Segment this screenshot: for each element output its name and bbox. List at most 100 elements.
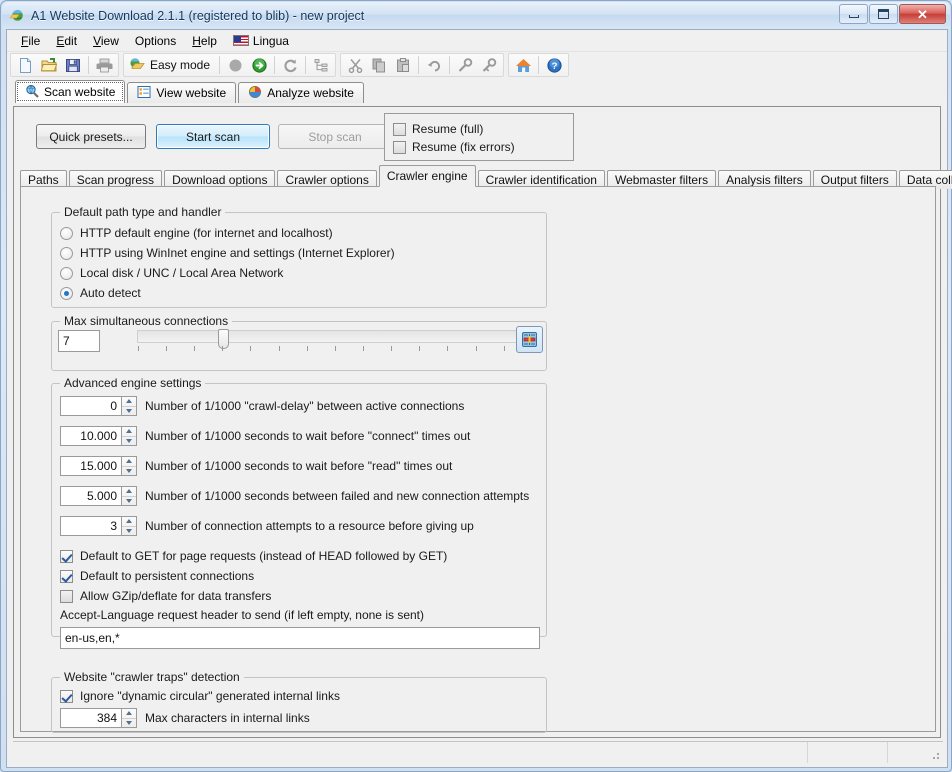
window-title: A1 Website Download 2.1.1 (registered to… [31,9,364,23]
max-chars-stepper[interactable] [122,708,137,728]
subtab-crawler-engine[interactable]: Crawler engine [379,165,476,187]
resume-full-checkbox[interactable] [393,123,406,136]
tab-analyze-website[interactable]: Analyze website [238,82,364,103]
ignore-circular-label: Ignore "dynamic circular" generated inte… [80,689,340,703]
retry-count-stepper[interactable] [122,516,137,536]
default-get-row[interactable]: Default to GET for page requests (instea… [60,546,447,566]
radio-local-disk-row[interactable]: Local disk / UNC / Local Area Network [60,263,283,283]
start-scan-button[interactable]: Start scan [156,124,270,149]
radio-http-default-row[interactable]: HTTP default engine (for internet and lo… [60,223,333,243]
quick-presets-button[interactable]: Quick presets... [36,124,146,149]
minimize-button[interactable] [839,4,868,24]
connect-timeout-stepper[interactable] [122,426,137,446]
find-next-button[interactable] [477,54,501,76]
resume-full-row[interactable]: Resume (full) [393,120,573,138]
max-connections-input[interactable]: 7 [58,330,100,352]
menu-help[interactable]: Help [184,31,225,51]
gzip-checkbox[interactable] [60,590,73,603]
default-get-checkbox[interactable] [60,550,73,563]
toolbar-separator [418,56,419,74]
list-view-icon [137,85,151,102]
cut-button[interactable] [343,54,367,76]
menu-view[interactable]: View [85,31,127,51]
toolbar-separator [449,56,450,74]
ignore-circular-checkbox[interactable] [60,690,73,703]
resume-fix-errors-checkbox[interactable] [393,141,406,154]
max-chars-up[interactable] [122,709,136,719]
connect-timeout-up[interactable] [122,427,136,437]
menu-lingua[interactable]: Lingua [225,32,297,50]
paste-button[interactable] [391,54,415,76]
max-connections-slider[interactable] [137,330,533,343]
open-project-button[interactable] [37,54,61,76]
radio-auto-detect[interactable] [60,287,73,300]
maximize-icon [878,9,889,19]
copy-icon [371,57,388,74]
accept-language-input[interactable]: en-us,en,* [60,627,540,649]
gzip-row[interactable]: Allow GZip/deflate for data transfers [60,586,271,606]
new-project-button[interactable] [13,54,37,76]
read-timeout-down[interactable] [122,467,136,476]
retry-delay-input[interactable]: 5.000 [60,486,122,506]
read-timeout-input[interactable]: 15.000 [60,456,122,476]
crawl-delay-up[interactable] [122,397,136,407]
connect-timeout-down[interactable] [122,437,136,446]
help-button[interactable]: ? [542,54,566,76]
crawl-delay-input[interactable]: 0 [60,396,122,416]
retry-delay-down[interactable] [122,497,136,506]
menu-edit[interactable]: Edit [48,31,85,51]
retry-delay-stepper[interactable] [122,486,137,506]
radio-auto-detect-row[interactable]: Auto detect [60,283,141,303]
radio-wininet-row[interactable]: HTTP using WinInet engine and settings (… [60,243,395,263]
crawl-delay-down[interactable] [122,407,136,416]
advanced-engine-settings-group: Advanced engine settings 0 Number of 1/1… [51,383,547,637]
close-icon: ✕ [917,8,928,21]
window-controls: ✕ [839,4,946,24]
stop-scan-button[interactable]: Stop scan [278,124,392,149]
max-chars-down[interactable] [122,719,136,728]
subtab-crawler-options-label: Crawler options [285,173,368,187]
radio-local-disk[interactable] [60,267,73,280]
sitemap-button[interactable] [309,54,333,76]
radio-auto-detect-label: Auto detect [80,286,141,300]
retry-count-down[interactable] [122,527,136,536]
tab-analyze-website-label: Analyze website [267,86,354,100]
tab-scan-website[interactable]: Scan website [15,80,125,103]
resume-fix-errors-row[interactable]: Resume (fix errors) [393,138,573,156]
crawler-engine-panel: Default path type and handler HTTP defau… [20,186,936,732]
close-button[interactable]: ✕ [899,4,946,24]
tab-view-website[interactable]: View website [127,82,236,103]
start-scan-toolbar-button[interactable] [247,54,271,76]
retry-count-up[interactable] [122,517,136,527]
maximize-button[interactable] [869,4,898,24]
print-button[interactable] [92,54,116,76]
resize-grip-icon[interactable] [929,749,941,761]
menu-lingua-label: Lingua [253,34,289,48]
open-folder-icon [41,57,58,74]
home-button[interactable] [511,54,535,76]
max-chars-input[interactable]: 384 [60,708,122,728]
persistent-connections-checkbox[interactable] [60,570,73,583]
connect-timeout-input[interactable]: 10.000 [60,426,122,446]
find-button[interactable] [453,54,477,76]
read-timeout-up[interactable] [122,457,136,467]
easy-mode-button[interactable]: Easy mode [126,54,216,76]
radio-http-default[interactable] [60,227,73,240]
retry-delay-up[interactable] [122,487,136,497]
save-project-button[interactable] [61,54,85,76]
undo-button[interactable] [422,54,446,76]
ignore-circular-row[interactable]: Ignore "dynamic circular" generated inte… [60,686,340,706]
record-button[interactable] [223,54,247,76]
toolbar-group-file [10,53,119,77]
menu-file[interactable]: File [13,31,48,51]
connections-config-button[interactable] [516,326,543,353]
crawler-traps-group: Website "crawler traps" detection Ignore… [51,677,547,733]
crawl-delay-stepper[interactable] [122,396,137,416]
copy-button[interactable] [367,54,391,76]
persistent-connections-row[interactable]: Default to persistent connections [60,566,254,586]
read-timeout-stepper[interactable] [122,456,137,476]
refresh-button[interactable] [278,54,302,76]
retry-count-input[interactable]: 3 [60,516,122,536]
menu-options[interactable]: Options [127,31,184,51]
radio-wininet[interactable] [60,247,73,260]
